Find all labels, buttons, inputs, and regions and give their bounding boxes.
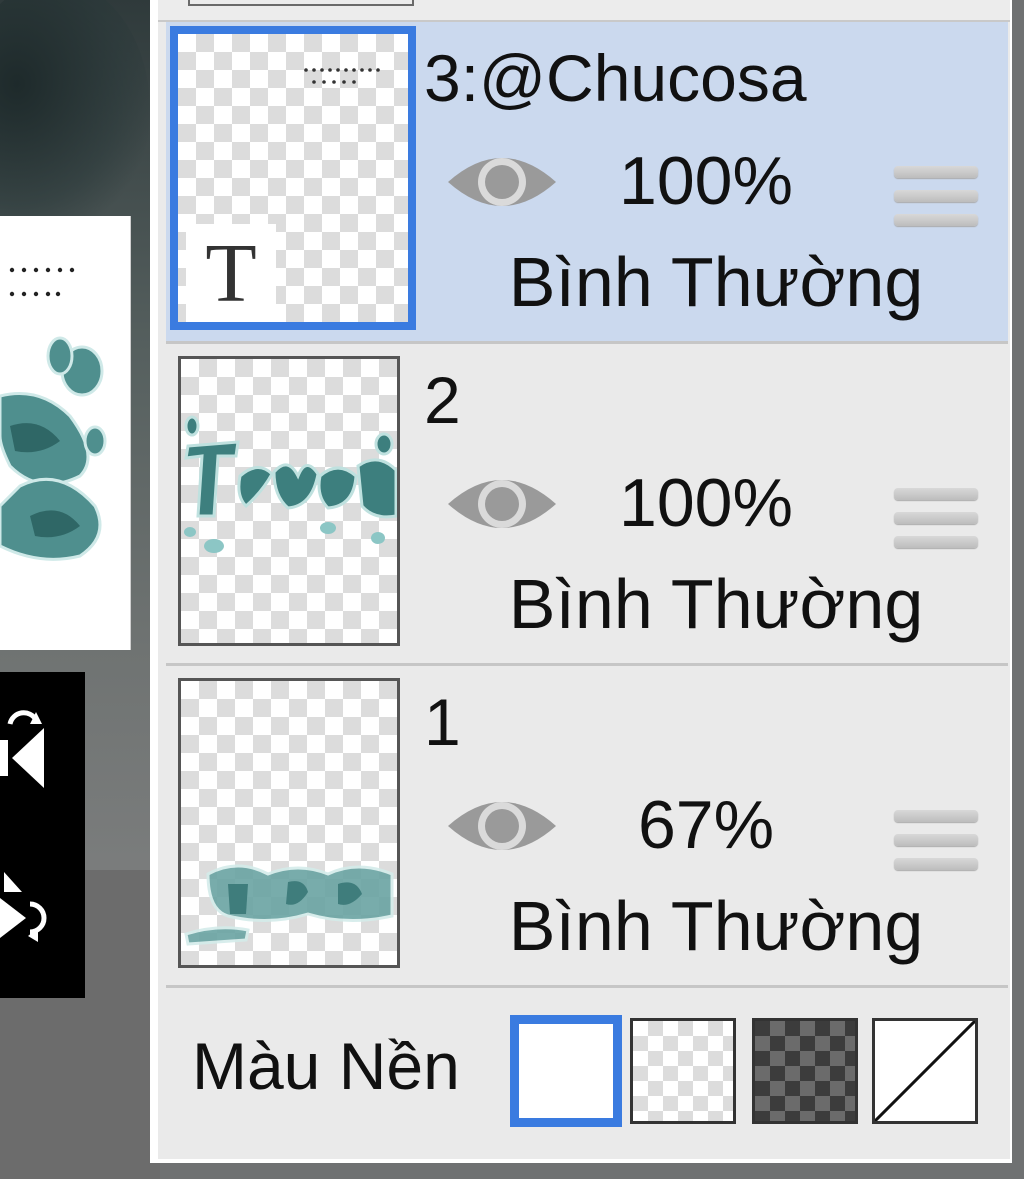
canvas-page[interactable] — [0, 216, 131, 650]
eye-icon — [448, 480, 556, 528]
side-toolbar — [0, 672, 85, 998]
flip-horizontal-icon — [0, 710, 44, 788]
layers-panel: T 3:@Chucosa 100% Bình Thường 2 100% Bìn… — [150, 0, 1012, 1163]
layer-opacity[interactable]: 100% — [596, 142, 816, 220]
rotate-icon — [0, 872, 47, 942]
bg-swatch-transparent[interactable] — [630, 1018, 736, 1124]
drag-handle-icon[interactable] — [894, 488, 978, 560]
eye-icon — [448, 158, 556, 206]
blend-mode[interactable]: Bình Thường — [476, 886, 956, 966]
layer-thumbnail[interactable] — [178, 678, 400, 968]
blend-mode[interactable]: Bình Thường — [476, 242, 956, 322]
layer-row-3[interactable]: T 3:@Chucosa 100% Bình Thường — [166, 22, 1008, 344]
drag-handle-icon[interactable] — [894, 810, 978, 882]
layer-name: 2 — [424, 363, 461, 437]
previous-layer-thumbnail — [188, 0, 414, 6]
bg-swatch-white[interactable] — [510, 1015, 622, 1127]
bg-swatch-dark-checker[interactable] — [752, 1018, 858, 1124]
layer-row-1[interactable]: 1 67% Bình Thường — [166, 666, 1008, 988]
split-diagonal-icon — [875, 1021, 975, 1121]
background-color-row: Màu Nền — [166, 988, 1008, 1158]
blend-mode[interactable]: Bình Thường — [476, 564, 956, 644]
visibility-toggle[interactable] — [444, 464, 560, 544]
thumbnail-artwork — [184, 415, 397, 553]
layer-row-2[interactable]: 2 100% Bình Thường — [166, 344, 1008, 666]
rotate-button[interactable] — [0, 868, 60, 948]
drag-handle-icon[interactable] — [894, 166, 978, 238]
layer-opacity[interactable]: 100% — [596, 464, 816, 542]
text-layer-icon: T — [186, 224, 276, 322]
layer-thumbnail[interactable]: T — [170, 26, 416, 330]
eye-icon — [448, 802, 556, 850]
layer-thumbnail[interactable] — [178, 356, 400, 646]
canvas-area[interactable] — [0, 0, 160, 1179]
thumbnail-artwork — [184, 864, 394, 946]
thumbnail-dots — [304, 68, 380, 84]
canvas-artwork — [0, 267, 107, 561]
flip-horizontal-button[interactable] — [0, 710, 60, 790]
visibility-toggle[interactable] — [444, 786, 560, 866]
canvas-background-shade — [0, 0, 150, 240]
layer-opacity[interactable]: 67% — [596, 786, 816, 864]
visibility-toggle[interactable] — [444, 142, 560, 222]
layer-name: 1 — [424, 685, 461, 759]
background-color-label: Màu Nền — [192, 1029, 460, 1103]
previous-layer-strip[interactable] — [158, 0, 1010, 22]
layer-name: 3:@Chucosa — [424, 41, 807, 115]
bg-swatch-split[interactable] — [872, 1018, 978, 1124]
